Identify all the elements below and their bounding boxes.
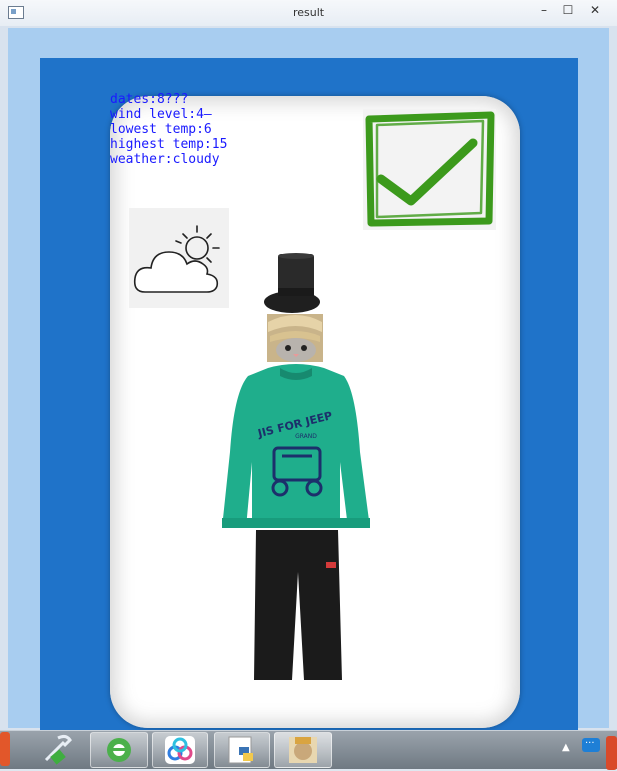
checkmark-icon [365, 111, 495, 227]
minimize-button[interactable]: – [532, 2, 556, 20]
green-sweatshirt: JIS FOR JEEP GRAND [222, 364, 370, 528]
outfit-illustration: JIS FOR JEEP GRAND [222, 253, 370, 680]
baidu-netdisk-icon[interactable] [152, 732, 208, 768]
weather-icon-panel [129, 208, 229, 308]
tray-app-icon[interactable] [606, 736, 617, 770]
info-highest-temp: highest temp:15 [110, 137, 228, 152]
black-pants [254, 530, 342, 680]
maximize-button[interactable]: ☐ [556, 2, 580, 20]
python-file-icon[interactable] [214, 732, 270, 768]
info-lowest-temp: lowest temp:6 [110, 122, 212, 137]
chat-tray-icon[interactable] [582, 735, 600, 752]
avatar-app-icon[interactable] [274, 732, 332, 768]
app-icon-red[interactable] [0, 732, 10, 766]
info-weather: weather:cloudy [110, 152, 220, 167]
close-button[interactable]: ✕ [582, 2, 608, 20]
tools-icon[interactable] [38, 732, 78, 766]
info-dates: dates:8??? [110, 92, 189, 107]
tray-expand-icon[interactable]: ▲ [562, 742, 570, 753]
window-title: result [292, 6, 325, 19]
cloud-sun-icon [133, 225, 220, 293]
top-hat [264, 253, 320, 313]
outfit-figure: JIS FOR JEEP GRAND [220, 252, 372, 682]
window-titlebar: result – ☐ ✕ [0, 0, 617, 27]
info-wind-level: wind level:4— [110, 107, 212, 122]
weather-info: dates:8??? wind level:4— lowest temp:6 h… [110, 92, 227, 167]
cat-face [267, 314, 323, 362]
shirt-print-subtext: GRAND [295, 433, 317, 440]
ie-browser-icon[interactable] [90, 732, 148, 768]
checkmark-panel [363, 109, 496, 230]
